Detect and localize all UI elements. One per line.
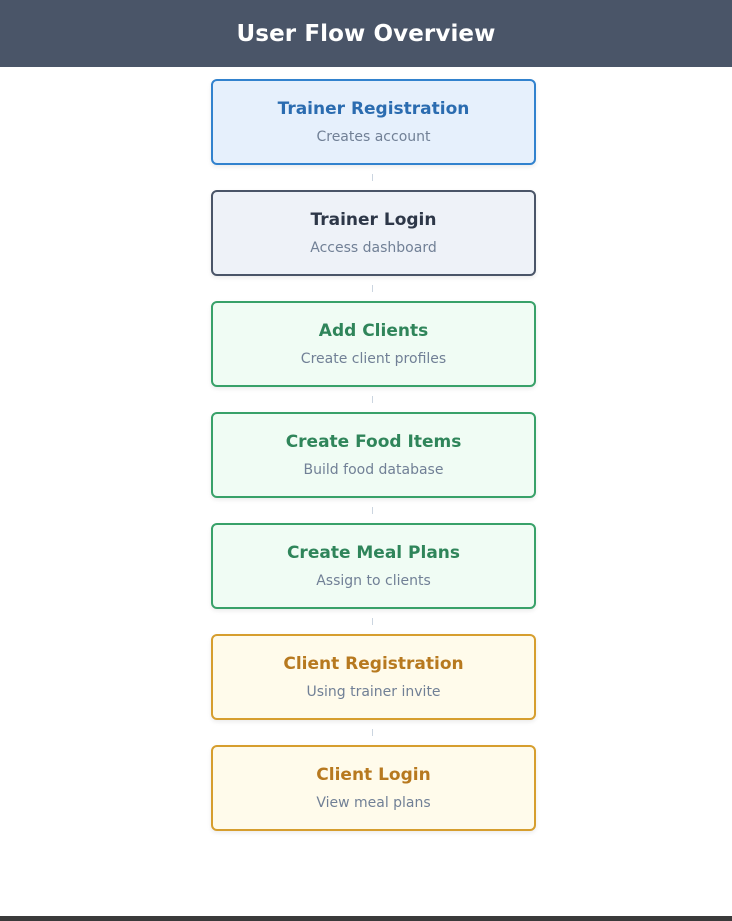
flow-step-description: Creates account (316, 129, 431, 145)
flow-step-description: Access dashboard (310, 240, 437, 256)
flow-step-description: View meal plans (316, 795, 431, 811)
flow-step-description: Assign to clients (316, 573, 431, 589)
flow-connector (211, 165, 536, 190)
page-title: User Flow Overview (236, 20, 496, 47)
flow-connector (211, 498, 536, 523)
user-flow-diagram: Trainer Registration Creates account Tra… (211, 79, 536, 831)
flow-step-title: Create Food Items (285, 432, 462, 452)
flow-step-create-meal-plans: Create Meal Plans Assign to clients (211, 523, 536, 609)
flow-step-create-food-items: Create Food Items Build food database (211, 412, 536, 498)
flow-step-title: Trainer Login (310, 210, 437, 230)
flow-step-description: Using trainer invite (306, 684, 441, 700)
flow-step-title: Add Clients (318, 321, 429, 341)
flow-step-description: Create client profiles (300, 351, 447, 367)
flow-connector (211, 276, 536, 301)
flow-connector (211, 720, 536, 745)
flow-step-add-clients: Add Clients Create client profiles (211, 301, 536, 387)
flow-step-description: Build food database (303, 462, 444, 478)
window-bottom-edge (0, 916, 732, 921)
flow-step-trainer-registration: Trainer Registration Creates account (211, 79, 536, 165)
flow-step-title: Client Registration (283, 654, 464, 674)
flow-step-title: Create Meal Plans (286, 543, 461, 563)
flow-step-title: Trainer Registration (277, 99, 470, 119)
flow-step-client-login: Client Login View meal plans (211, 745, 536, 831)
flow-step-title: Client Login (316, 765, 431, 785)
flow-step-client-registration: Client Registration Using trainer invite (211, 634, 536, 720)
page-header: User Flow Overview (0, 0, 732, 67)
flow-connector (211, 609, 536, 634)
flow-step-trainer-login: Trainer Login Access dashboard (211, 190, 536, 276)
flow-connector (211, 387, 536, 412)
